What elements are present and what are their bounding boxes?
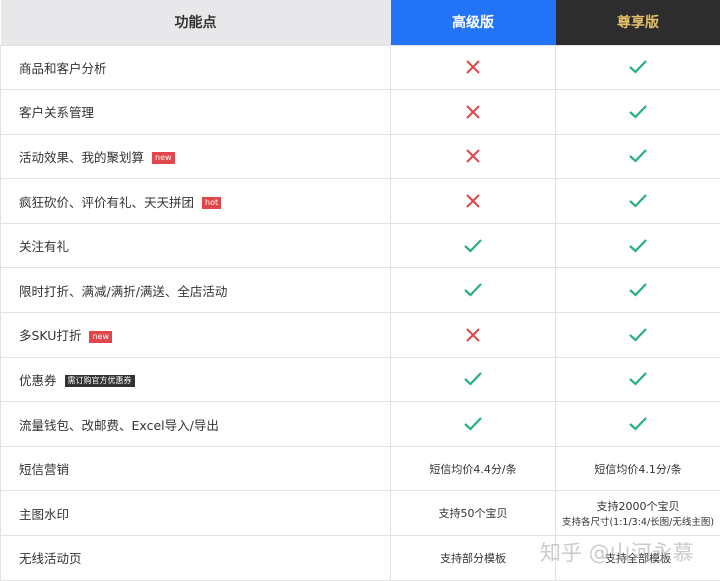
advanced-cell xyxy=(391,134,556,179)
feature-cell: 商品和客户分析 xyxy=(1,45,391,90)
feature-cell: 疯狂砍价、评价有礼、天天拼团 hot xyxy=(1,179,391,224)
feature-comparison-table: 功能点 高级版 尊享版 商品和客户分析客户关系管理活动效果、我的聚划算 new 疯狂… xyxy=(0,0,720,581)
premium-value: 支持全部模板 xyxy=(605,552,671,565)
advanced-cell xyxy=(391,268,556,313)
advanced-value: 支持部分模板 xyxy=(440,552,506,565)
check-icon xyxy=(628,105,648,118)
table-row: 客户关系管理 xyxy=(1,90,720,135)
feature-cell: 流量钱包、改邮费、Excel导入/导出 xyxy=(1,402,391,447)
table-row: 主图水印 支持50个宝贝 支持2000个宝贝支持各尺寸(1:1/3:4/长图/无线主… xyxy=(1,491,720,536)
advanced-value: 短信均价4.4分/条 xyxy=(429,463,516,476)
feature-label: 流量钱包、改邮费、Excel导入/导出 xyxy=(19,418,219,433)
table-row: 限时打折、满减/满折/满送、全店活动 xyxy=(1,268,720,313)
check-icon xyxy=(628,194,648,207)
cross-icon xyxy=(466,194,480,207)
feature-label: 短信营销 xyxy=(19,462,69,477)
table-row: 无线活动页 支持部分模板 支持全部模板 xyxy=(1,536,720,581)
premium-cell: 支持2000个宝贝支持各尺寸(1:1/3:4/长图/无线主图) xyxy=(556,491,720,536)
check-icon xyxy=(463,372,483,385)
feature-label: 无线活动页 xyxy=(19,551,82,566)
premium-value: 短信均价4.1分/条 xyxy=(594,463,681,476)
table-row: 关注有礼 xyxy=(1,223,720,268)
cross-icon xyxy=(466,105,480,118)
feature-label: 活动效果、我的聚划算 xyxy=(19,150,144,165)
advanced-cell: 支持部分模板 xyxy=(391,536,556,581)
table-row: 商品和客户分析 xyxy=(1,45,720,90)
check-icon xyxy=(628,283,648,296)
advanced-cell xyxy=(391,357,556,402)
cross-icon xyxy=(466,149,480,162)
feature-cell: 无线活动页 xyxy=(1,536,391,581)
table-row: 疯狂砍价、评价有礼、天天拼团 hot xyxy=(1,179,720,224)
premium-cell xyxy=(556,223,720,268)
feature-label: 主图水印 xyxy=(19,507,69,522)
header-premium: 尊享版 xyxy=(556,0,720,45)
check-icon xyxy=(628,417,648,430)
check-icon xyxy=(463,239,483,252)
check-icon xyxy=(463,283,483,296)
advanced-cell: 支持50个宝贝 xyxy=(391,491,556,536)
check-icon xyxy=(628,60,648,73)
advanced-cell xyxy=(391,402,556,447)
feature-cell: 活动效果、我的聚划算 new xyxy=(1,134,391,179)
feature-cell: 关注有礼 xyxy=(1,223,391,268)
premium-cell xyxy=(556,90,720,135)
premium-cell xyxy=(556,268,720,313)
premium-value: 支持2000个宝贝 xyxy=(597,500,680,513)
feature-label: 疯狂砍价、评价有礼、天天拼团 xyxy=(19,195,194,210)
feature-cell: 优惠券需订购官方优惠券 xyxy=(1,357,391,402)
table-row: 活动效果、我的聚划算 new xyxy=(1,134,720,179)
check-icon xyxy=(628,328,648,341)
premium-cell xyxy=(556,313,720,358)
feature-cell: 客户关系管理 xyxy=(1,90,391,135)
advanced-cell xyxy=(391,313,556,358)
feature-label: 客户关系管理 xyxy=(19,105,94,120)
header-feature: 功能点 xyxy=(1,0,391,45)
advanced-cell xyxy=(391,223,556,268)
advanced-cell xyxy=(391,45,556,90)
feature-cell: 限时打折、满减/满折/满送、全店活动 xyxy=(1,268,391,313)
advanced-value: 支持50个宝贝 xyxy=(439,507,508,520)
feature-label: 优惠券 xyxy=(19,373,57,388)
check-icon xyxy=(628,149,648,162)
premium-subvalue: 支持各尺寸(1:1/3:4/长图/无线主图) xyxy=(556,514,720,528)
premium-cell xyxy=(556,134,720,179)
new-badge: new xyxy=(152,152,175,164)
feature-cell: 主图水印 xyxy=(1,491,391,536)
premium-cell xyxy=(556,45,720,90)
feature-label: 限时打折、满减/满折/满送、全店活动 xyxy=(19,284,227,299)
cross-icon xyxy=(466,60,480,73)
advanced-cell xyxy=(391,90,556,135)
hot-badge: hot xyxy=(202,197,221,209)
table-row: 短信营销 短信均价4.4分/条 短信均价4.1分/条 xyxy=(1,446,720,491)
new-badge: new xyxy=(89,331,112,343)
premium-cell: 短信均价4.1分/条 xyxy=(556,446,720,491)
table-row: 优惠券需订购官方优惠券 xyxy=(1,357,720,402)
feature-label: 多SKU打折 xyxy=(19,328,81,343)
premium-cell xyxy=(556,357,720,402)
feature-label: 商品和客户分析 xyxy=(19,61,107,76)
check-icon xyxy=(628,239,648,252)
advanced-cell xyxy=(391,179,556,224)
cross-icon xyxy=(466,328,480,341)
requirement-badge: 需订购官方优惠券 xyxy=(65,375,135,387)
check-icon xyxy=(463,417,483,430)
feature-cell: 短信营销 xyxy=(1,446,391,491)
feature-cell: 多SKU打折 new xyxy=(1,313,391,358)
check-icon xyxy=(628,372,648,385)
table-row: 流量钱包、改邮费、Excel导入/导出 xyxy=(1,402,720,447)
premium-cell xyxy=(556,402,720,447)
header-advanced: 高级版 xyxy=(391,0,556,45)
advanced-cell: 短信均价4.4分/条 xyxy=(391,446,556,491)
table-row: 多SKU打折 new xyxy=(1,313,720,358)
premium-cell: 支持全部模板 xyxy=(556,536,720,581)
feature-label: 关注有礼 xyxy=(19,239,69,254)
premium-cell xyxy=(556,179,720,224)
